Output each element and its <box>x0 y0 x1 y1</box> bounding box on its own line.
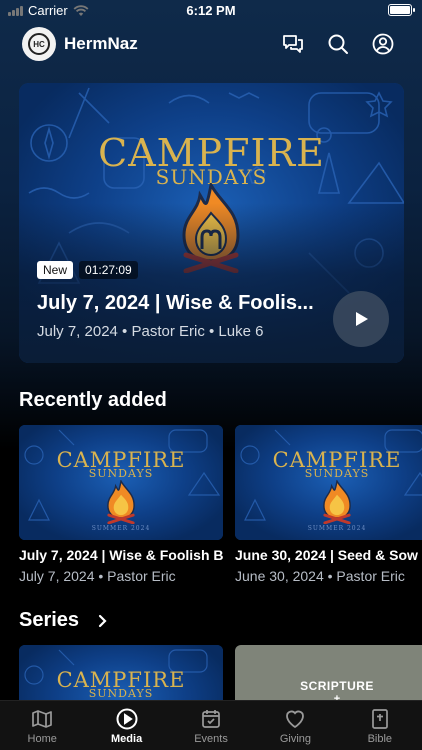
battery-icon <box>388 4 415 16</box>
map-icon <box>32 710 53 728</box>
new-badge: New <box>37 261 74 279</box>
thumb-subtitle: SUNDAYS <box>304 467 370 480</box>
campfire-icon <box>323 480 351 524</box>
calendar-icon <box>202 710 220 728</box>
thumb-caption: SUMMER 2024 <box>91 525 151 532</box>
tab-bible[interactable]: Bible <box>338 701 422 750</box>
campfire-icon <box>107 480 135 524</box>
media-card[interactable]: CAMPFIRE SUNDAYS SUMMER 2024 July 7, 202… <box>19 425 223 584</box>
play-circle-icon <box>116 708 138 730</box>
tab-media[interactable]: Media <box>84 701 168 750</box>
play-button[interactable] <box>333 291 389 347</box>
thumb-subtitle: SUNDAYS <box>88 687 154 700</box>
media-card-meta: July 7, 2024 • Pastor Eric <box>19 568 176 584</box>
tab-bible-label: Bible <box>367 733 393 745</box>
series-heading-label: Series <box>19 609 80 631</box>
tab-media-label: Media <box>111 733 143 745</box>
tab-bar: Home Media Events Giving Bible <box>0 700 422 750</box>
app-header: HC HermNaz <box>0 27 422 61</box>
hero-badges: New 01:27:09 <box>37 261 138 279</box>
media-thumbnail: CAMPFIRE SUNDAYS SUMMER 2024 <box>235 425 422 540</box>
profile-icon[interactable] <box>371 32 395 56</box>
hero-sermon-title: July 7, 2024 | Wise & Foolis... <box>37 292 314 314</box>
media-card-title: July 7, 2024 | Wise & Foolish B <box>19 547 223 563</box>
series-heading[interactable]: Series <box>19 609 109 632</box>
chevron-right-icon <box>98 614 107 627</box>
media-card-title: June 30, 2024 | Seed & Sow <box>235 547 418 563</box>
tab-events-label: Events <box>194 733 228 745</box>
media-screen: Carrier 6:12 PM HC HermNaz CAMPFIRE SUND… <box>0 0 422 750</box>
recently-added-heading: Recently added <box>19 389 167 411</box>
play-icon <box>356 312 368 326</box>
media-card[interactable]: CAMPFIRE SUNDAYS SUMMER 2024 June 30, 20… <box>235 425 422 584</box>
bible-icon <box>371 709 388 729</box>
hero-sermon-meta: July 7, 2024 • Pastor Eric • Luke 6 <box>37 323 264 340</box>
chat-icon[interactable] <box>281 32 305 56</box>
media-card-meta: June 30, 2024 • Pastor Eric <box>235 568 405 584</box>
tab-home-label: Home <box>27 733 57 745</box>
search-icon[interactable] <box>326 32 350 56</box>
thumb-caption: SUMMER 2024 <box>307 525 367 532</box>
scripture-label: SCRIPTURE <box>300 679 374 693</box>
thumb-subtitle: SUNDAYS <box>88 467 154 480</box>
logo-mark: HC <box>28 33 50 55</box>
tab-home[interactable]: Home <box>0 701 84 750</box>
app-title: HermNaz <box>64 34 138 53</box>
church-logo[interactable]: HC <box>22 27 56 61</box>
heart-icon <box>286 710 305 729</box>
clock: 6:12 PM <box>186 3 236 18</box>
status-bar: Carrier 6:12 PM <box>0 0 422 22</box>
tab-events[interactable]: Events <box>169 701 253 750</box>
featured-sermon[interactable]: CAMPFIRE SUNDAYS New 01:27:09 July 7, 20… <box>19 83 404 363</box>
tab-giving-label: Giving <box>279 733 312 745</box>
tab-giving[interactable]: Giving <box>253 701 337 750</box>
duration-badge: 01:27:09 <box>79 261 138 279</box>
media-thumbnail: CAMPFIRE SUNDAYS SUMMER 2024 <box>19 425 223 540</box>
